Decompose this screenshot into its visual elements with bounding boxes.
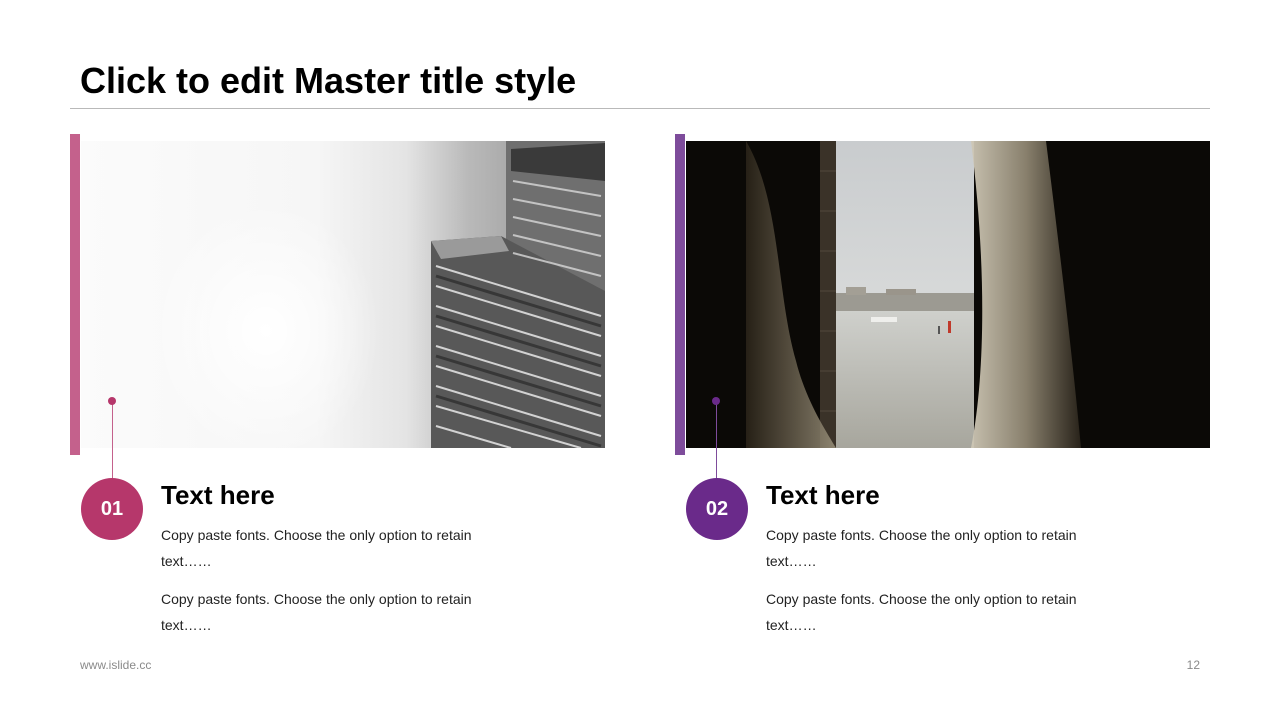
accent-bar-1 bbox=[70, 134, 80, 455]
slide: Click to edit Master title style 01 Text… bbox=[0, 0, 1280, 720]
connector-dot-2 bbox=[712, 397, 720, 405]
connector-line-2 bbox=[716, 402, 717, 479]
connector-dot-1 bbox=[108, 397, 116, 405]
number-badge-1: 01 bbox=[81, 478, 143, 540]
page-number: 12 bbox=[1186, 658, 1200, 672]
slide-title[interactable]: Click to edit Master title style bbox=[80, 60, 576, 102]
foggy-skyscraper-photo[interactable] bbox=[81, 141, 605, 448]
item-paragraph-2b[interactable]: Copy paste fonts. Choose the only option… bbox=[766, 586, 1106, 638]
title-divider bbox=[70, 108, 1210, 109]
window-illustration bbox=[686, 141, 1210, 448]
item-paragraph-1a[interactable]: Copy paste fonts. Choose the only option… bbox=[161, 522, 501, 574]
accent-bar-2 bbox=[675, 134, 685, 455]
connector-line-1 bbox=[112, 402, 113, 479]
item-paragraph-1b[interactable]: Copy paste fonts. Choose the only option… bbox=[161, 586, 501, 638]
building-illustration bbox=[431, 141, 605, 448]
number-badge-2: 02 bbox=[686, 478, 748, 540]
item-heading-2[interactable]: Text here bbox=[766, 480, 880, 511]
window-curtain-sea-view-photo[interactable] bbox=[686, 141, 1210, 448]
footer-website: www.islide.cc bbox=[80, 658, 152, 672]
item-paragraph-2a[interactable]: Copy paste fonts. Choose the only option… bbox=[766, 522, 1106, 574]
item-heading-1[interactable]: Text here bbox=[161, 480, 275, 511]
